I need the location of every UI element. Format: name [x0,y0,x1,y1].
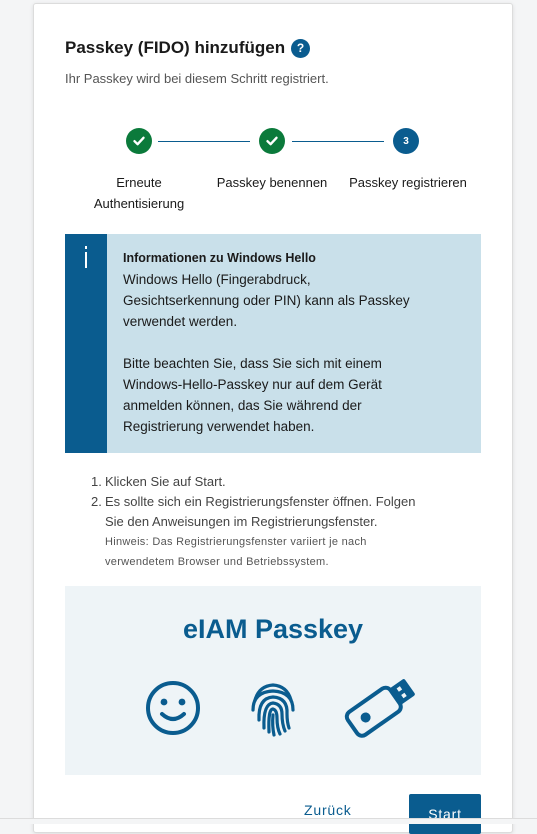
instruction-line: Sie den Anweisungen im Registrierungsfen… [105,514,378,529]
step-3-number: 3 [393,128,419,154]
dialog-subtitle: Ihr Passkey wird bei diesem Schritt regi… [65,71,329,86]
help-icon[interactable]: ? [291,38,311,58]
usb-security-key-icon [344,679,415,738]
title-row: Passkey (FIDO) hinzufügen ? [65,38,311,58]
info-line: Registrierung verwendet haben. [123,419,315,434]
dialog-title: Passkey (FIDO) hinzufügen [65,38,286,57]
info-line: Windows-Hello-Passkey nur auf dem Gerät [123,377,382,392]
info-line: Gesichtserkennung oder PIN) kann als Pas… [123,293,410,308]
step-2-check-icon [259,128,285,154]
eiam-passkey-banner: eIAM Passkey [65,586,481,775]
step-connector-2 [292,141,384,142]
info-line: verwendet werden. [123,314,238,329]
step-1-label-line1: Erneute [116,175,162,190]
action-buttons: Zurück Start [34,794,514,834]
info-icon [65,234,107,453]
step-3-label: Passkey registrieren [349,175,467,190]
info-para-2: Bitte beachten Sie, dass Sie sich mit ei… [123,353,410,437]
instruction-number: 2. [91,494,102,509]
windows-hello-info-box: Informationen zu Windows Hello Windows H… [65,234,481,453]
info-para-1: Windows Hello (Fingerabdruck, Gesichtser… [123,269,410,332]
start-button[interactable]: Start [409,794,481,834]
instruction-item-2: 2. Es sollte sich ein Registrierungsfens… [91,492,471,572]
instruction-number: 1. [91,474,102,489]
banner-title: eIAM Passkey [182,614,364,644]
info-line: Bitte beachten Sie, dass Sie sich mit ei… [123,356,382,371]
smiley-face-icon [146,681,200,735]
instructions-list: 1. Klicken Sie auf Start. 2. Es sollte s… [91,472,471,572]
hint-line: Hinweis: Das Registrierungsfenster varii… [105,536,367,548]
fingerprint-icon [251,683,295,737]
step-1-label-line2: Authentisierung [93,196,185,211]
info-heading: Informationen zu Windows Hello [123,251,316,265]
instruction-text: Es sollte sich ein Registrierungsfenster… [105,492,415,572]
info-line: Windows Hello (Fingerabdruck, [123,272,311,287]
back-button[interactable]: Zurück [304,802,352,818]
passkey-dialog: Passkey (FIDO) hinzufügen ? Ihr Passkey … [33,3,514,834]
info-body: Informationen zu Windows Hello Windows H… [107,234,424,453]
hint-line: verwendetem Browser und Betriebssystem. [105,556,329,568]
bottom-edge [0,818,537,824]
instruction-text: Klicken Sie auf Start. [105,474,226,489]
step-1-label: Erneute Authentisierung [74,172,204,214]
instruction-line: Es sollte sich ein Registrierungsfenster… [105,494,416,509]
step-connector-1 [158,141,250,142]
instruction-item-1: 1. Klicken Sie auf Start. [91,472,471,492]
info-line: anmelden können, das Sie während der [123,398,362,413]
progress-stepper: 3 Erneute Authentisierung Passkey benenn… [34,128,514,218]
step-2-label: Passkey benennen [216,175,328,190]
step-1-check-icon [126,128,152,154]
